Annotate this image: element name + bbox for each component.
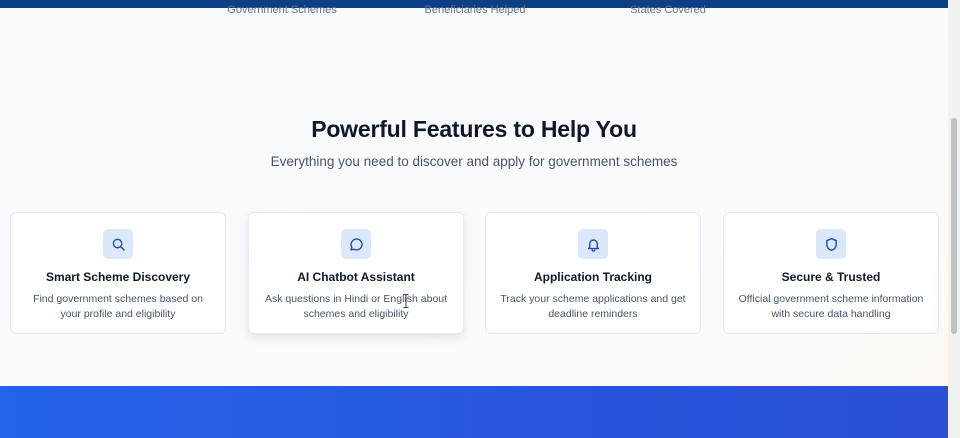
feature-card-title: Smart Scheme Discovery	[45, 270, 191, 284]
shield-icon	[816, 229, 846, 259]
features-title: Powerful Features to Help You	[311, 116, 637, 142]
search-icon	[103, 229, 133, 259]
bell-icon	[578, 229, 608, 259]
feature-card-tracking[interactable]: Application Tracking Track your scheme a…	[485, 212, 701, 334]
text-cursor-icon	[403, 294, 409, 308]
page-scrollbar[interactable]	[948, 0, 960, 438]
feature-card-description: Track your scheme applications and get d…	[500, 293, 686, 320]
chat-icon	[341, 229, 371, 259]
feature-card-title: AI Chatbot Assistant	[297, 270, 415, 284]
scrollbar-thumb[interactable]	[951, 118, 957, 334]
stats-row: Government Schemes Beneficiaries Helped …	[0, 4, 948, 18]
feature-card-chatbot[interactable]: AI Chatbot Assistant Ask questions in Hi…	[248, 212, 464, 334]
stat-label-schemes: Government Schemes	[227, 4, 337, 16]
feature-card-description: Official government scheme information w…	[738, 293, 924, 320]
feature-card-title: Secure & Trusted	[781, 270, 881, 284]
feature-card-secure[interactable]: Secure & Trusted Official government sch…	[723, 212, 939, 334]
feature-card-discovery[interactable]: Smart Scheme Discovery Find government s…	[10, 212, 226, 334]
feature-card-description: Ask questions in Hindi or English about …	[264, 293, 448, 320]
cta-section-band	[0, 386, 948, 438]
features-grid: Smart Scheme Discovery Find government s…	[10, 212, 942, 336]
features-subtitle: Everything you need to discover and appl…	[270, 154, 678, 169]
feature-card-title: Application Tracking	[533, 270, 653, 284]
page: Government Schemes Beneficiaries Helped …	[0, 0, 948, 438]
stat-label-beneficiaries: Beneficiaries Helped	[424, 4, 526, 16]
stat-label-states: States Covered	[630, 4, 706, 16]
feature-card-description: Find government schemes based on your pr…	[33, 293, 203, 320]
